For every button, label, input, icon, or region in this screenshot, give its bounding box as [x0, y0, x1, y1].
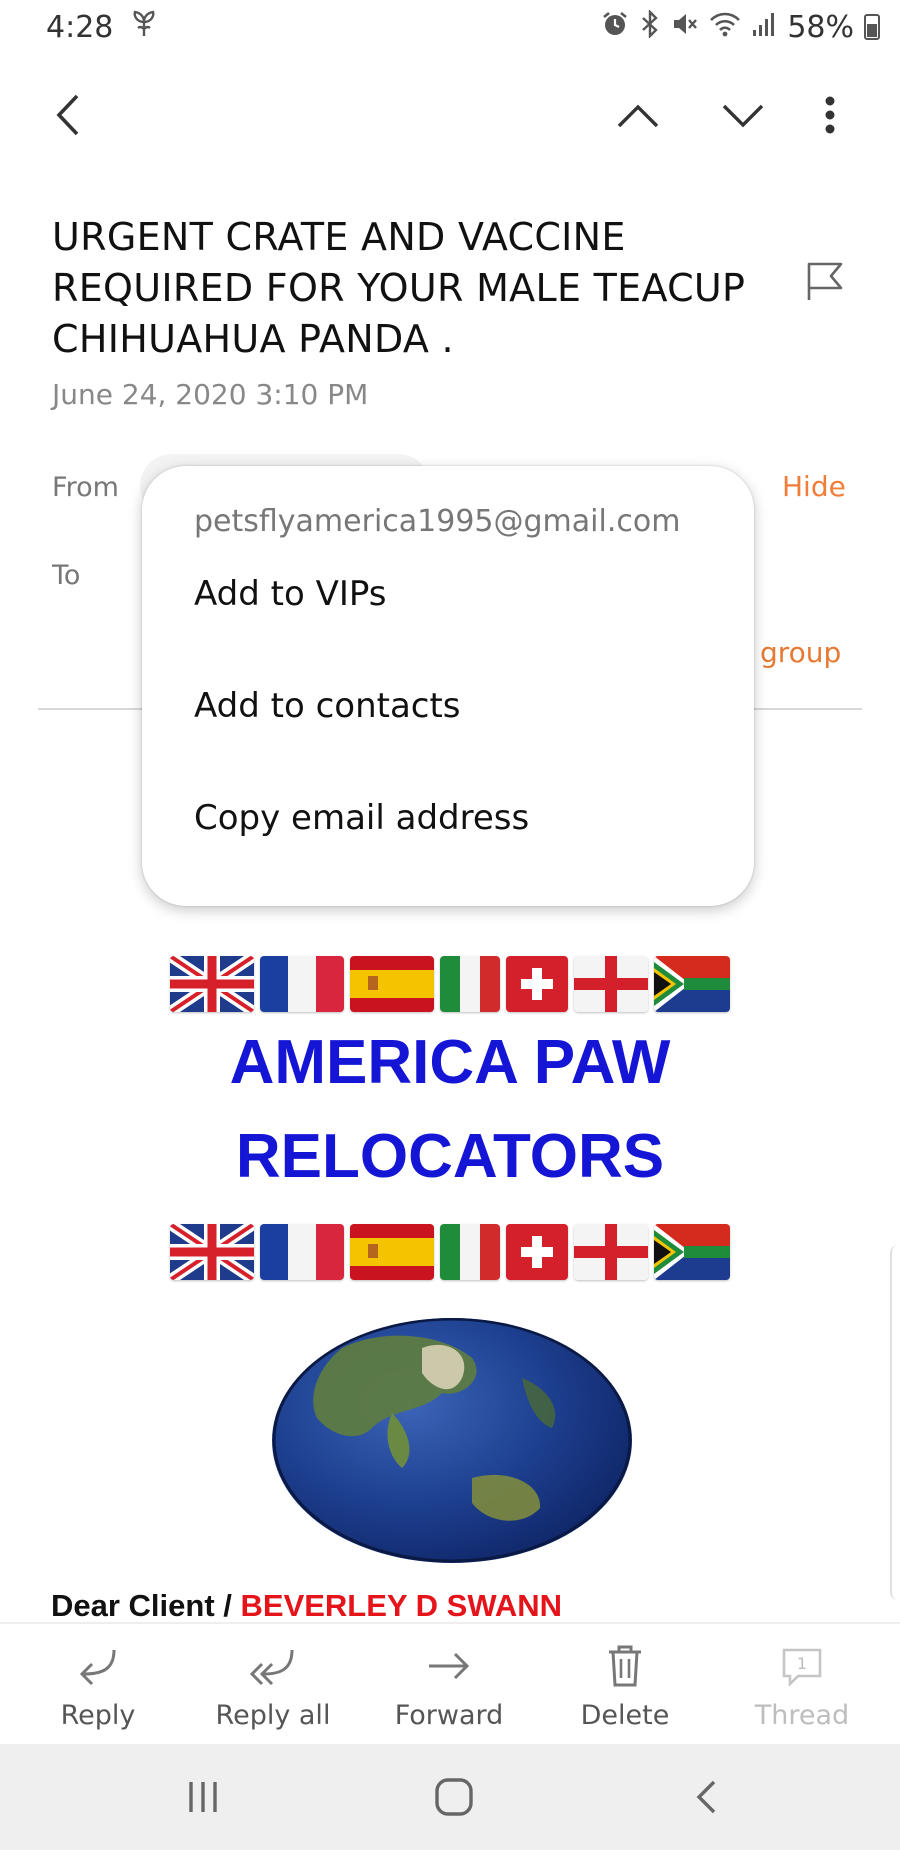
reply-button[interactable]: Reply: [18, 1624, 178, 1746]
battery-percentage: 58%: [787, 9, 854, 45]
copy-email-address-menu-item[interactable]: Copy email address: [194, 782, 714, 854]
svg-text:1: 1: [797, 1654, 807, 1673]
italy-flag-icon: [440, 956, 500, 1012]
chevron-down-icon: [722, 104, 764, 128]
system-navigation-bar: [0, 1744, 900, 1850]
forward-arrow-icon: [425, 1644, 473, 1688]
mute-icon: [671, 10, 699, 45]
south-africa-flag-icon: [654, 1224, 730, 1280]
spain-flag-icon: [350, 956, 434, 1012]
client-name: BEVERLEY D SWANN: [240, 1588, 563, 1623]
status-time: 4:28: [46, 9, 114, 45]
email-action-toolbar: Reply Reply all Forward Delete 1 Thread: [0, 1622, 900, 1744]
uk-flag-icon: [170, 956, 254, 1012]
sender-context-menu: petsflyamerica1995@gmail.com Add to VIPs…: [142, 466, 754, 906]
switzerland-flag-icon: [506, 1224, 568, 1280]
plant-notification-icon: [131, 10, 157, 45]
delete-button[interactable]: Delete: [545, 1624, 705, 1746]
reply-icon: [74, 1644, 122, 1688]
signal-icon: [751, 10, 777, 45]
recent-apps-icon: [189, 1782, 217, 1812]
more-options-button[interactable]: [790, 70, 870, 160]
switzerland-flag-icon: [506, 956, 568, 1012]
email-date: June 24, 2020 3:10 PM: [52, 378, 369, 411]
reply-all-icon: [248, 1644, 298, 1688]
add-to-contacts-menu-item[interactable]: Add to contacts: [194, 670, 714, 742]
hide-details-link[interactable]: Hide: [782, 470, 846, 503]
scrollbar[interactable]: [890, 1245, 900, 1600]
greeting-prefix: Dear Client /: [51, 1588, 241, 1623]
england-flag-icon: [574, 956, 648, 1012]
more-options-icon: [825, 96, 835, 134]
flag-icon: [807, 262, 843, 300]
chevron-up-icon: [617, 104, 659, 128]
france-flag-icon: [260, 956, 344, 1012]
company-name-line-1: AMERICA PAW: [229, 1028, 671, 1097]
add-to-vips-menu-item[interactable]: Add to VIPs: [194, 558, 714, 630]
thread-icon: 1: [780, 1644, 824, 1688]
flag-button[interactable]: [805, 260, 855, 310]
forward-button[interactable]: Forward: [369, 1624, 529, 1746]
recent-apps-button[interactable]: [148, 1762, 258, 1832]
trash-icon: [605, 1644, 645, 1688]
south-africa-flag-icon: [654, 956, 730, 1012]
bluetooth-icon: [639, 8, 661, 45]
back-arrow-icon: [56, 94, 79, 136]
spain-flag-icon: [350, 1224, 434, 1280]
italy-flag-icon: [440, 1224, 500, 1280]
battery-icon: [864, 14, 880, 40]
email-subject: URGENT CRATE AND VACCINE REQUIRED FOR YO…: [52, 215, 746, 361]
greeting-line: Dear Client / BEVERLEY D SWANN: [51, 1588, 562, 1624]
england-flag-icon: [574, 1224, 648, 1280]
status-bar: 4:28 58%: [0, 0, 900, 54]
company-name-line-2: RELOCATORS: [235, 1122, 665, 1191]
to-label: To: [52, 560, 81, 591]
home-icon: [435, 1778, 473, 1816]
back-chevron-icon: [696, 1780, 716, 1814]
uk-flag-icon: [170, 1224, 254, 1280]
previous-email-button[interactable]: [598, 70, 678, 160]
globe-image: [272, 1318, 632, 1563]
france-flag-icon: [260, 1224, 344, 1280]
reply-all-button[interactable]: Reply all: [193, 1624, 353, 1746]
back-button[interactable]: [28, 70, 108, 160]
home-button[interactable]: [399, 1762, 509, 1832]
system-back-button[interactable]: [651, 1762, 761, 1832]
thread-button[interactable]: 1 Thread: [722, 1624, 882, 1746]
wifi-icon: [709, 10, 741, 45]
flag-row-bottom: [0, 1224, 900, 1280]
email-app-bar: [0, 70, 900, 160]
sender-email-address: petsflyamerica1995@gmail.com: [194, 504, 681, 539]
flag-row-top: [0, 956, 900, 1012]
from-label: From: [52, 472, 119, 503]
next-email-button[interactable]: [703, 70, 783, 160]
alarm-icon: [601, 10, 629, 45]
group-link[interactable]: group: [760, 636, 841, 669]
